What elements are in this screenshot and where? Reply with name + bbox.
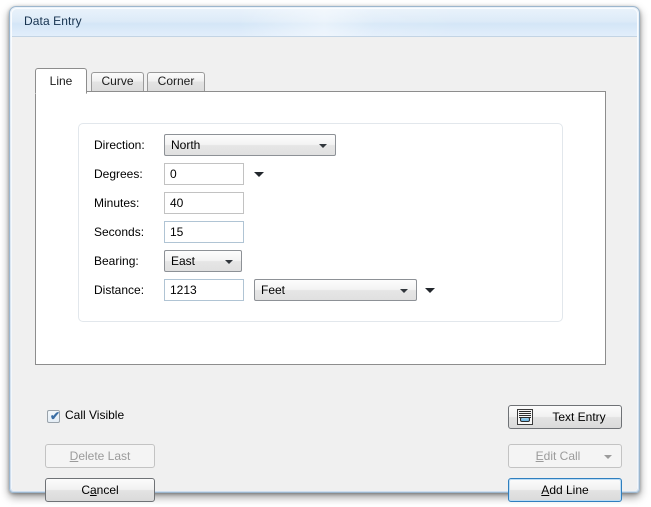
tab-corner[interactable]: Corner (147, 72, 205, 91)
chevron-down-icon (225, 260, 233, 264)
distance-label: Distance: (94, 283, 145, 297)
distance-units-value: Feet (261, 283, 286, 297)
minutes-label: Minutes: (94, 196, 140, 210)
row-degrees: Degrees: 0 (79, 163, 562, 187)
cancel-button[interactable]: Cancel (45, 478, 155, 502)
chevron-down-icon[interactable] (604, 455, 612, 459)
distance-dropdown-icon[interactable] (425, 288, 435, 293)
chevron-down-icon (319, 144, 327, 148)
edit-call-label: Edit Call (535, 449, 581, 463)
minutes-input[interactable]: 40 (164, 192, 244, 214)
row-bearing: Bearing: East (79, 250, 562, 274)
tab-curve[interactable]: Curve (91, 72, 144, 91)
degrees-dropdown-icon[interactable] (254, 172, 264, 177)
distance-units-combobox[interactable]: Feet (254, 279, 417, 301)
seconds-label: Seconds: (94, 225, 145, 239)
direction-combobox[interactable]: North (164, 134, 336, 156)
chevron-down-icon (400, 289, 408, 293)
text-entry-label: Text Entry (552, 410, 606, 424)
data-entry-dialog: Data Entry Line Curve Corner Direction: … (9, 6, 640, 502)
line-fields-panel: Direction: North Degrees: 0 Minutes: 40 … (78, 123, 563, 322)
row-minutes: Minutes: 40 (79, 192, 562, 216)
add-line-label: Add Line (541, 483, 589, 497)
dialog-client-area: Line Curve Corner Direction: North Degre… (12, 36, 637, 502)
delete-last-button[interactable]: Delete Last (45, 444, 155, 468)
window-title: Data Entry (24, 14, 82, 28)
text-entry-button[interactable]: Text Entry (508, 405, 622, 429)
title-bar: Data Entry (12, 9, 637, 36)
degrees-input[interactable]: 0 (164, 163, 244, 185)
text-entry-icon (517, 409, 533, 425)
delete-last-label: Delete Last (69, 449, 131, 463)
seconds-input[interactable]: 15 (164, 221, 244, 243)
bearing-combobox[interactable]: East (164, 250, 242, 272)
distance-input[interactable]: 1213 (164, 279, 244, 301)
row-seconds: Seconds: 15 (79, 221, 562, 245)
tab-page-line: Direction: North Degrees: 0 Minutes: 40 … (35, 91, 606, 365)
call-visible-label: Call Visible (65, 408, 125, 422)
row-direction: Direction: North (79, 134, 562, 158)
degrees-label: Degrees: (94, 167, 143, 181)
text-entry-icon-slot (520, 417, 530, 422)
bearing-value: East (171, 254, 196, 268)
call-visible-checkbox[interactable]: ✔ (47, 410, 60, 423)
add-line-button[interactable]: Add Line (508, 478, 622, 502)
edit-call-button[interactable]: Edit Call (508, 444, 622, 468)
tab-line[interactable]: Line (35, 68, 87, 94)
cancel-label: Cancel (81, 483, 119, 497)
tab-strip: Line Curve Corner (35, 68, 606, 94)
direction-value: North (171, 138, 201, 152)
tab-control: Line Curve Corner Direction: North Degre… (35, 68, 606, 365)
bearing-label: Bearing: (94, 254, 139, 268)
direction-label: Direction: (94, 138, 145, 152)
row-distance: Distance: 1213 Feet (79, 279, 562, 303)
checkmark-icon: ✔ (50, 409, 61, 423)
